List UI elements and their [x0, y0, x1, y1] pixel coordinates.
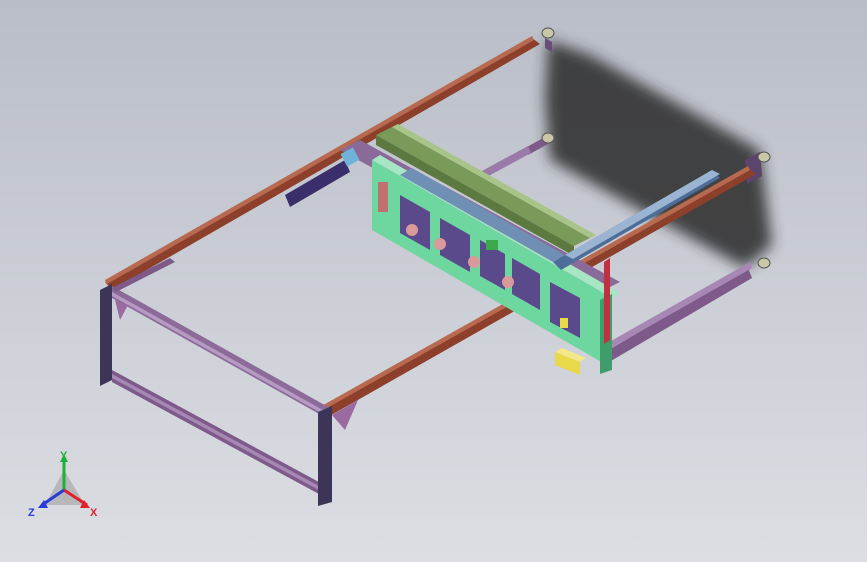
side-strip [604, 258, 610, 344]
mounting-bracket [555, 348, 586, 375]
orientation-triad[interactable]: Y X Z [28, 450, 98, 519]
y-axis-label: Y [60, 450, 68, 462]
assembly-model[interactable]: Y X Z [0, 0, 867, 562]
x-axis-label: X [90, 507, 98, 519]
cad-graphics-viewport[interactable]: Y X Z [0, 0, 867, 562]
left-frame [100, 258, 358, 506]
z-axis-label: Z [28, 507, 35, 519]
